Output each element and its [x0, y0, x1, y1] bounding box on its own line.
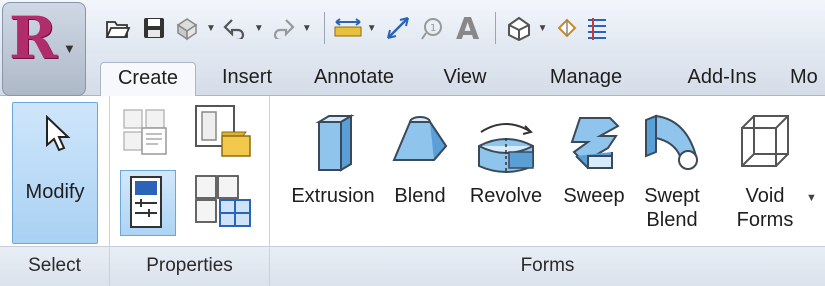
extrusion-button[interactable]: Extrusion [284, 102, 382, 244]
measure-dropdown-icon[interactable]: ▼ [363, 23, 381, 34]
extrusion-icon [315, 114, 355, 172]
panel-properties-label[interactable]: Properties [110, 246, 269, 286]
blend-icon [392, 116, 448, 161]
properties-icon [130, 176, 162, 228]
swept-blend-label-line1: Swept [644, 185, 700, 207]
measure-icon[interactable] [333, 8, 363, 48]
void-forms-dropdown-icon[interactable]: ▼ [806, 192, 817, 204]
void-forms-button[interactable]: Void Forms [722, 102, 808, 244]
sync-icon[interactable] [172, 8, 202, 48]
save-icon[interactable] [136, 8, 172, 48]
ribbon-body: Modify Select Properties Forms Extrusion… [0, 96, 825, 286]
redo-icon[interactable] [268, 8, 298, 48]
revit-logo-icon: R [9, 4, 58, 72]
void-forms-label-line1: Void [745, 185, 785, 207]
modify-label: Modify [25, 181, 85, 203]
tab-annotate[interactable]: Annotate [300, 62, 408, 96]
tag-icon[interactable]: 1 [415, 8, 449, 48]
tab-create[interactable]: Create [100, 62, 196, 96]
panel-forms-label[interactable]: Forms [270, 246, 825, 286]
tab-insert[interactable]: Insert [212, 62, 282, 96]
toolbar-separator [494, 12, 496, 44]
sync-dropdown-icon[interactable]: ▼ [202, 23, 220, 34]
properties-button[interactable] [120, 170, 176, 236]
section-icon[interactable] [552, 8, 582, 48]
swept-blend-icon [645, 114, 698, 170]
family-category-icon[interactable] [120, 106, 172, 158]
swept-blend-button[interactable]: Swept Blend [634, 102, 710, 244]
application-menu-button[interactable]: R ▼ [2, 2, 86, 96]
svg-text:A: A [456, 13, 480, 43]
blend-label: Blend [394, 185, 446, 207]
tab-more[interactable]: Mo [790, 62, 825, 96]
swept-blend-label: Swept Blend [634, 184, 710, 232]
sweep-label: Sweep [563, 185, 625, 207]
thin-lines-icon[interactable] [582, 8, 612, 48]
open-icon[interactable] [100, 8, 136, 48]
revolve-icon [478, 123, 534, 174]
toolbar-separator [323, 12, 325, 44]
panel-properties: Properties [110, 96, 270, 286]
extrusion-label: Extrusion [291, 185, 375, 207]
revolve-button[interactable]: Revolve [458, 102, 554, 244]
void-forms-label-line2: Forms [736, 209, 794, 231]
text-icon[interactable]: A [449, 8, 487, 48]
undo-icon[interactable] [220, 8, 250, 48]
dimension-icon[interactable] [381, 8, 415, 48]
type-properties-icon[interactable] [192, 172, 254, 232]
panel-select: Modify Select [0, 96, 110, 286]
undo-dropdown-icon[interactable]: ▼ [250, 23, 268, 34]
swept-blend-label-line2: Blend [646, 209, 698, 231]
svg-text:1: 1 [430, 23, 436, 34]
quick-access-toolbar: ▼ ▼ ▼ ▼ 1 A ▼ [0, 0, 825, 54]
3d-view-dropdown-icon[interactable]: ▼ [534, 23, 552, 34]
tab-manage[interactable]: Manage [536, 62, 636, 96]
sweep-button[interactable]: Sweep [554, 102, 634, 244]
revolve-label: Revolve [469, 185, 543, 207]
blend-button[interactable]: Blend [382, 102, 458, 244]
modify-button[interactable]: Modify [12, 102, 98, 244]
quick-access-icons: ▼ ▼ ▼ ▼ 1 A ▼ [100, 8, 612, 48]
void-forms-icon [741, 115, 789, 167]
panel-select-label[interactable]: Select [0, 246, 109, 286]
void-forms-label: Void Forms [722, 184, 808, 232]
tab-view[interactable]: View [432, 62, 498, 96]
3d-view-icon[interactable] [504, 8, 534, 48]
redo-dropdown-icon[interactable]: ▼ [298, 23, 316, 34]
tab-add-ins[interactable]: Add-Ins [672, 62, 772, 96]
cursor-arrow-icon [46, 115, 71, 152]
chevron-down-icon: ▼ [63, 41, 76, 56]
family-types-icon[interactable] [192, 102, 254, 162]
sweep-icon [570, 117, 620, 169]
ribbon-tabs: Create Insert Annotate View Manage Add-I… [0, 54, 825, 96]
